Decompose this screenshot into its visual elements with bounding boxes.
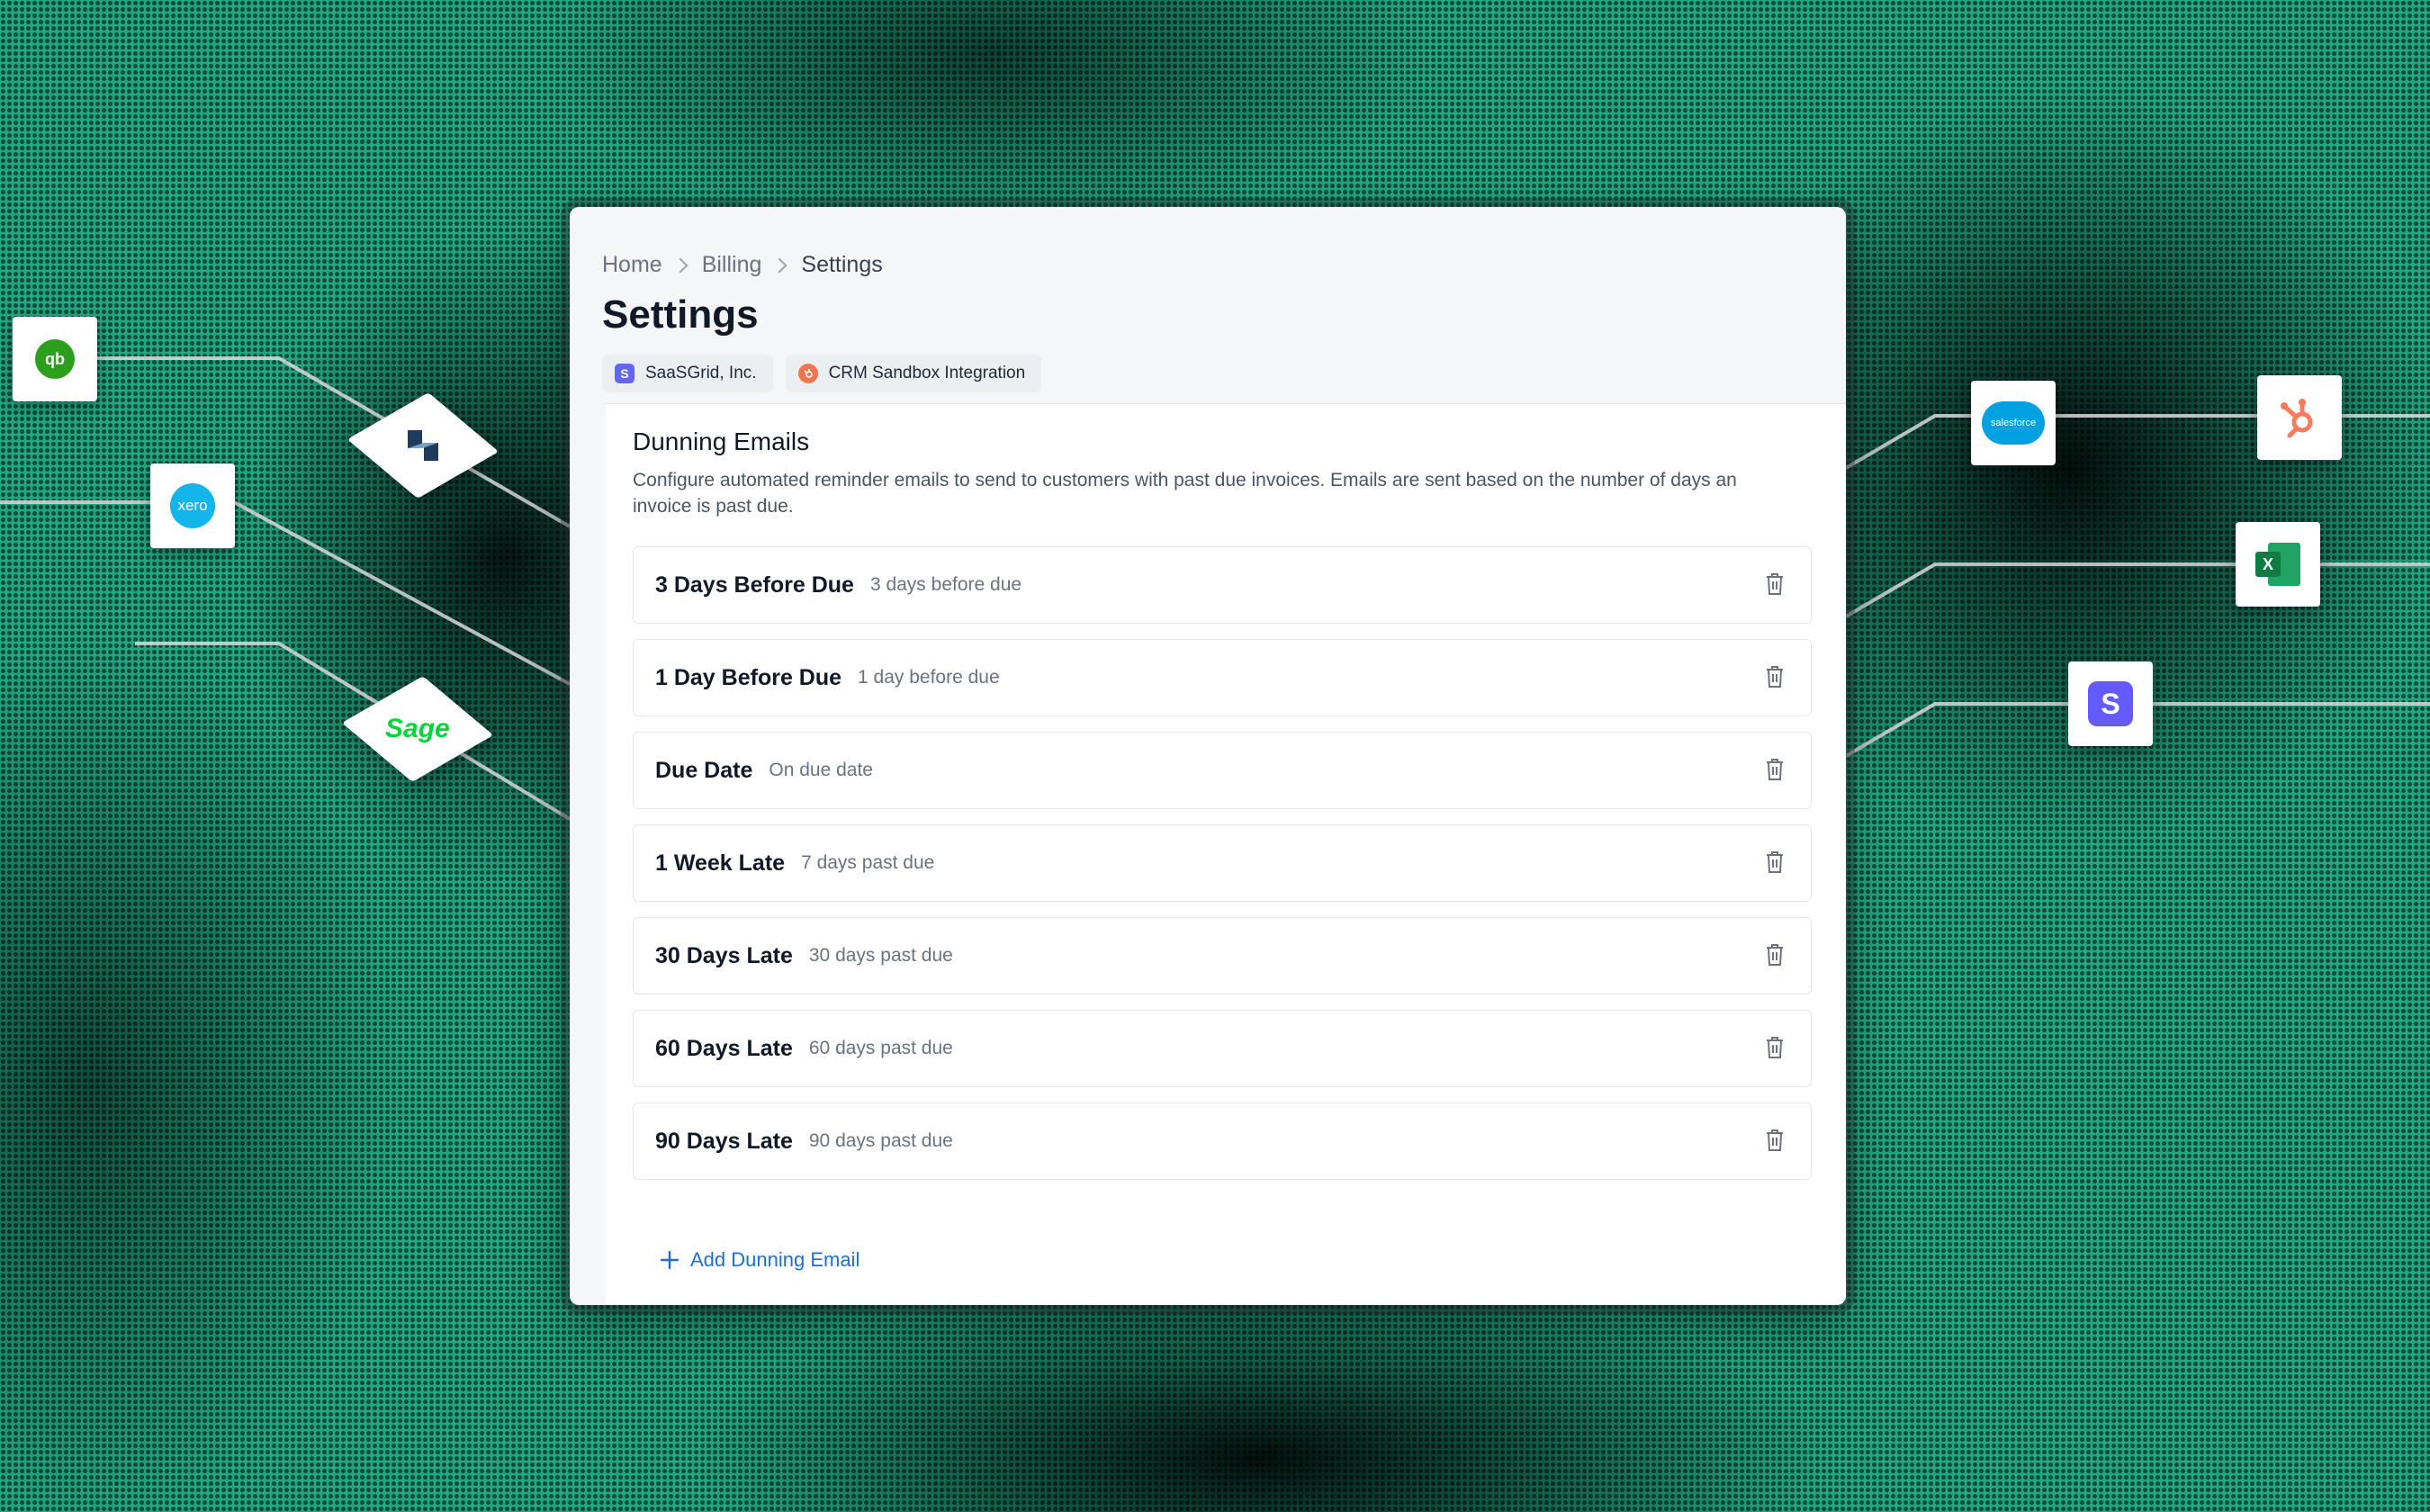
trash-icon[interactable]: [1764, 1036, 1786, 1059]
xero-icon: xero: [170, 483, 215, 528]
company-chip-label: SaaSGrid, Inc.: [645, 364, 757, 382]
trash-icon[interactable]: [1764, 943, 1786, 967]
hubspot-logo-tile: [2257, 375, 2342, 460]
excel-logo-tile: X: [2236, 522, 2320, 607]
quickbooks-logo-tile: qb: [13, 317, 97, 401]
list-item[interactable]: 3 Days Before Due 3 days before due: [633, 546, 1812, 624]
breadcrumb-settings: Settings: [801, 252, 883, 277]
section-description: Configure automated reminder emails to s…: [633, 470, 1737, 517]
page-title: Settings: [602, 292, 759, 337]
breadcrumb: Home Billing Settings: [602, 252, 883, 278]
dunning-email-name: 3 Days Before Due: [655, 572, 854, 598]
stripe-logo-tile: S: [2068, 662, 2153, 746]
dunning-email-timing: 60 days past due: [808, 1038, 953, 1058]
dunning-email-name: 1 Week Late: [655, 850, 786, 876]
dunning-email-name: 1 Day Before Due: [655, 664, 842, 690]
list-item[interactable]: 30 Days Late 30 days past due: [633, 917, 1812, 994]
breadcrumb-billing[interactable]: Billing: [702, 252, 762, 278]
trash-icon[interactable]: [1764, 758, 1786, 781]
trash-icon[interactable]: [1764, 1129, 1786, 1152]
hubspot-icon: [2281, 399, 2313, 438]
dunning-email-timing: On due date: [769, 760, 873, 780]
trash-icon[interactable]: [1764, 665, 1786, 688]
list-item[interactable]: 60 Days Late 60 days past due: [633, 1010, 1812, 1087]
settings-window: Home Billing Settings Settings S SaaSGri…: [570, 207, 1846, 1305]
quickbooks-icon: qb: [35, 339, 75, 379]
plus-icon: [660, 1250, 680, 1270]
add-dunning-email-label: Add Dunning Email: [690, 1248, 860, 1271]
excel-icon: X: [2255, 543, 2300, 586]
company-chip[interactable]: S SaaSGrid, Inc.: [602, 355, 773, 392]
integration-chip-label: CRM Sandbox Integration: [828, 364, 1026, 382]
chevron-right-icon: [771, 257, 788, 273]
dunning-email-timing: 7 days past due: [801, 852, 935, 873]
salesforce-logo-tile: salesforce: [1971, 381, 2056, 465]
trash-icon[interactable]: [1764, 572, 1786, 596]
dunning-emails-panel: Dunning Emails Configure automated remin…: [606, 403, 1846, 1304]
add-dunning-email-button[interactable]: Add Dunning Email: [660, 1248, 860, 1272]
list-item[interactable]: Due Date On due date: [633, 732, 1812, 809]
dunning-email-name: 30 Days Late: [655, 942, 793, 968]
dunning-email-name: 90 Days Late: [655, 1128, 793, 1154]
dunning-email-list: 3 Days Before Due 3 days before due 1 Da…: [633, 546, 1812, 1195]
dunning-email-timing: 90 days past due: [808, 1130, 953, 1151]
salesforce-icon: salesforce: [1982, 401, 2045, 445]
hubspot-icon: [797, 364, 818, 383]
stripe-icon: S: [2088, 681, 2133, 726]
saasgrid-icon: S: [615, 364, 634, 383]
list-item[interactable]: 1 Week Late 7 days past due: [633, 824, 1812, 902]
chevron-right-icon: [672, 257, 688, 273]
section-title: Dunning Emails: [633, 428, 810, 455]
context-chips: S SaaSGrid, Inc. CRM Sandbox Integration: [602, 355, 1042, 392]
xero-logo-tile: xero: [150, 464, 235, 548]
sage-icon: Sage: [385, 714, 450, 743]
dunning-email-timing: 1 day before due: [858, 667, 1000, 688]
list-item[interactable]: 1 Day Before Due 1 day before due: [633, 639, 1812, 716]
integration-chip[interactable]: CRM Sandbox Integration: [785, 355, 1042, 392]
netsuite-icon: [408, 430, 438, 461]
dunning-email-timing: 3 days before due: [869, 574, 1022, 595]
dunning-email-name: Due Date: [655, 757, 753, 783]
dunning-email-name: 60 Days Late: [655, 1035, 793, 1061]
list-item[interactable]: 90 Days Late 90 days past due: [633, 1102, 1812, 1180]
dunning-email-timing: 30 days past due: [808, 945, 953, 966]
breadcrumb-home[interactable]: Home: [602, 252, 662, 278]
trash-icon[interactable]: [1764, 850, 1786, 874]
